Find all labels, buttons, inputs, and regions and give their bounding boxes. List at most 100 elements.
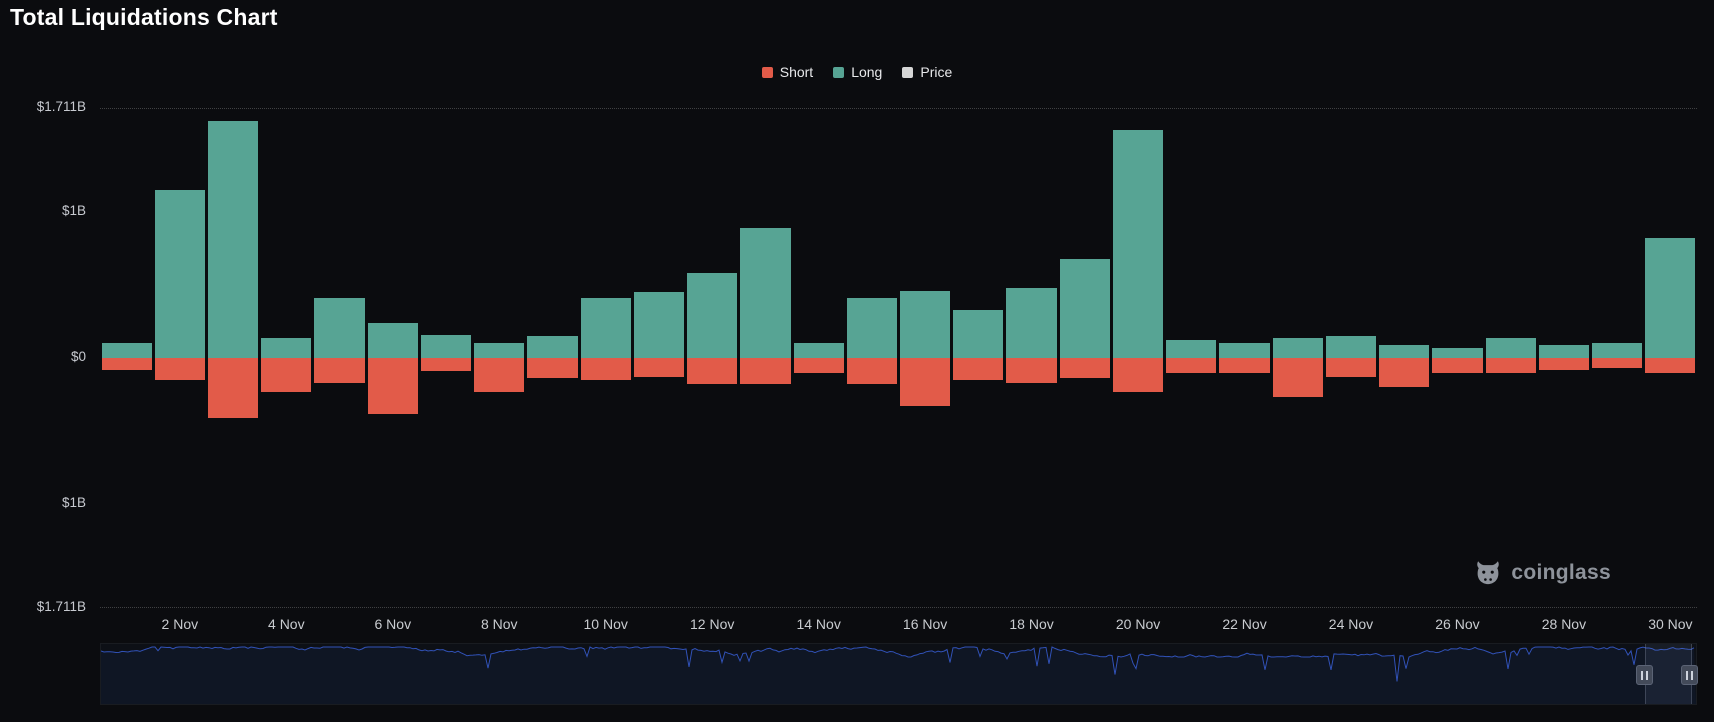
bar-short-14-nov[interactable] bbox=[793, 358, 844, 373]
bar-short-29-nov[interactable] bbox=[1592, 358, 1643, 369]
bar-short-22-nov[interactable] bbox=[1219, 358, 1270, 373]
bar-long-26-nov[interactable] bbox=[1432, 347, 1483, 358]
bar-short-25-nov[interactable] bbox=[1379, 358, 1430, 388]
bar-long-8-nov[interactable] bbox=[474, 343, 525, 358]
x-axis-label: 18 Nov bbox=[1009, 616, 1054, 632]
bar-short-23-nov[interactable] bbox=[1272, 358, 1323, 398]
bar-long-9-nov[interactable] bbox=[527, 336, 578, 358]
plot-area bbox=[100, 108, 1697, 608]
bar-short-17-nov[interactable] bbox=[953, 358, 1004, 380]
range-navigator[interactable] bbox=[100, 643, 1698, 705]
x-axis-label: 2 Nov bbox=[161, 616, 199, 632]
coinglass-brand-text: coinglass bbox=[1511, 561, 1611, 584]
bar-long-17-nov[interactable] bbox=[953, 309, 1004, 358]
bar-long-6-nov[interactable] bbox=[367, 322, 418, 358]
bar-long-1-nov[interactable] bbox=[101, 343, 152, 358]
bar-short-6-nov[interactable] bbox=[367, 358, 418, 414]
bar-short-30-nov[interactable] bbox=[1645, 358, 1696, 373]
bar-long-11-nov[interactable] bbox=[633, 292, 685, 358]
handle-grip-bar bbox=[1686, 670, 1688, 680]
bar-long-20-nov[interactable] bbox=[1112, 130, 1164, 358]
bar-long-23-nov[interactable] bbox=[1272, 337, 1323, 358]
bar-long-13-nov[interactable] bbox=[740, 227, 791, 358]
bar-short-7-nov[interactable] bbox=[420, 358, 472, 372]
bar-long-10-nov[interactable] bbox=[580, 298, 631, 358]
bar-short-10-nov[interactable] bbox=[580, 358, 631, 380]
x-axis-label: 20 Nov bbox=[1115, 616, 1161, 632]
bar-short-28-nov[interactable] bbox=[1538, 358, 1590, 370]
legend-item-short[interactable]: Short bbox=[761, 64, 814, 80]
coinglass-watermark: coinglass bbox=[1473, 558, 1611, 588]
bar-short-26-nov[interactable] bbox=[1432, 358, 1483, 373]
bar-short-1-nov[interactable] bbox=[101, 358, 152, 370]
bar-short-21-nov[interactable] bbox=[1166, 358, 1217, 373]
bar-long-3-nov[interactable] bbox=[207, 121, 259, 358]
bar-short-15-nov[interactable] bbox=[846, 358, 897, 385]
coinglass-bull-logo-icon bbox=[1477, 561, 1500, 585]
bars-layer bbox=[100, 108, 1697, 608]
bar-long-12-nov[interactable] bbox=[687, 273, 738, 358]
x-axis-label: 28 Nov bbox=[1541, 616, 1587, 632]
x-axis-label: 24 Nov bbox=[1328, 616, 1374, 632]
bar-short-16-nov[interactable] bbox=[900, 358, 951, 407]
y-axis-label: $1.711B bbox=[36, 99, 86, 115]
bar-short-8-nov[interactable] bbox=[474, 358, 525, 392]
y-axis-labels: $1.711B $1B $0 $1B $1.711B bbox=[0, 0, 92, 722]
handle-grip-bar bbox=[1646, 670, 1648, 680]
x-axis-labels: 2 Nov 4 Nov 6 Nov 8 Nov 10 Nov 12 Nov 14 Nov 16… bbox=[100, 616, 1697, 638]
bar-long-15-nov[interactable] bbox=[846, 298, 897, 358]
y-axis-label: $1B bbox=[61, 495, 86, 511]
x-axis-label: 8 Nov bbox=[480, 616, 518, 632]
navigator-right-handle[interactable] bbox=[1681, 665, 1698, 685]
bar-short-20-nov[interactable] bbox=[1112, 358, 1164, 392]
bar-long-2-nov[interactable] bbox=[154, 189, 205, 358]
bar-long-28-nov[interactable] bbox=[1538, 344, 1590, 358]
bar-short-18-nov[interactable] bbox=[1006, 358, 1057, 383]
legend-item-long[interactable]: Long bbox=[833, 64, 882, 80]
x-axis-label: 12 Nov bbox=[689, 616, 735, 632]
bar-long-5-nov[interactable] bbox=[314, 298, 365, 358]
x-axis-label: 14 Nov bbox=[796, 616, 841, 632]
bar-short-2-nov[interactable] bbox=[154, 358, 205, 380]
bar-short-24-nov[interactable] bbox=[1325, 358, 1377, 377]
bar-long-29-nov[interactable] bbox=[1592, 343, 1643, 358]
bar-long-4-nov[interactable] bbox=[261, 337, 312, 358]
bar-long-14-nov[interactable] bbox=[793, 343, 844, 358]
bar-long-25-nov[interactable] bbox=[1379, 344, 1430, 358]
x-axis-label: 22 Nov bbox=[1222, 616, 1267, 632]
navigator-left-handle[interactable] bbox=[1636, 665, 1653, 685]
bar-short-13-nov[interactable] bbox=[740, 358, 791, 385]
bar-short-3-nov[interactable] bbox=[207, 358, 259, 418]
bar-long-16-nov[interactable] bbox=[900, 290, 951, 358]
bar-long-7-nov[interactable] bbox=[420, 334, 472, 358]
price-mini-line bbox=[101, 646, 1696, 704]
bar-short-4-nov[interactable] bbox=[261, 358, 312, 392]
bar-long-27-nov[interactable] bbox=[1485, 337, 1536, 358]
bar-short-9-nov[interactable] bbox=[527, 358, 578, 379]
legend-label: Short bbox=[779, 64, 814, 80]
x-axis-label: 10 Nov bbox=[583, 616, 628, 632]
bar-long-24-nov[interactable] bbox=[1325, 336, 1377, 358]
bar-short-12-nov[interactable] bbox=[687, 358, 738, 385]
liquidations-chart-app: Total Liquidations Chart Short Long Price … bbox=[0, 0, 1714, 722]
x-axis-label: 4 Nov bbox=[268, 616, 305, 632]
chart-legend: Short Long Price bbox=[0, 64, 1714, 80]
x-axis-label: 6 Nov bbox=[374, 616, 412, 632]
legend-item-price[interactable]: Price bbox=[902, 64, 952, 80]
legend-label: Price bbox=[920, 64, 953, 80]
y-axis-label: $1.711B bbox=[36, 598, 86, 614]
y-axis-label: $0 bbox=[70, 349, 86, 364]
bar-long-30-nov[interactable] bbox=[1645, 238, 1696, 358]
y-axis-label: $1B bbox=[61, 202, 86, 218]
bar-long-21-nov[interactable] bbox=[1166, 340, 1217, 358]
legend-swatch-long bbox=[833, 66, 845, 78]
bar-short-27-nov[interactable] bbox=[1485, 358, 1536, 373]
bar-short-11-nov[interactable] bbox=[633, 358, 685, 377]
legend-swatch-price bbox=[902, 66, 914, 78]
bar-long-19-nov[interactable] bbox=[1059, 258, 1110, 358]
bar-long-22-nov[interactable] bbox=[1219, 343, 1270, 358]
bar-short-5-nov[interactable] bbox=[314, 358, 365, 383]
x-axis-label: 26 Nov bbox=[1435, 616, 1480, 632]
bar-short-19-nov[interactable] bbox=[1059, 358, 1110, 379]
bar-long-18-nov[interactable] bbox=[1006, 287, 1057, 358]
